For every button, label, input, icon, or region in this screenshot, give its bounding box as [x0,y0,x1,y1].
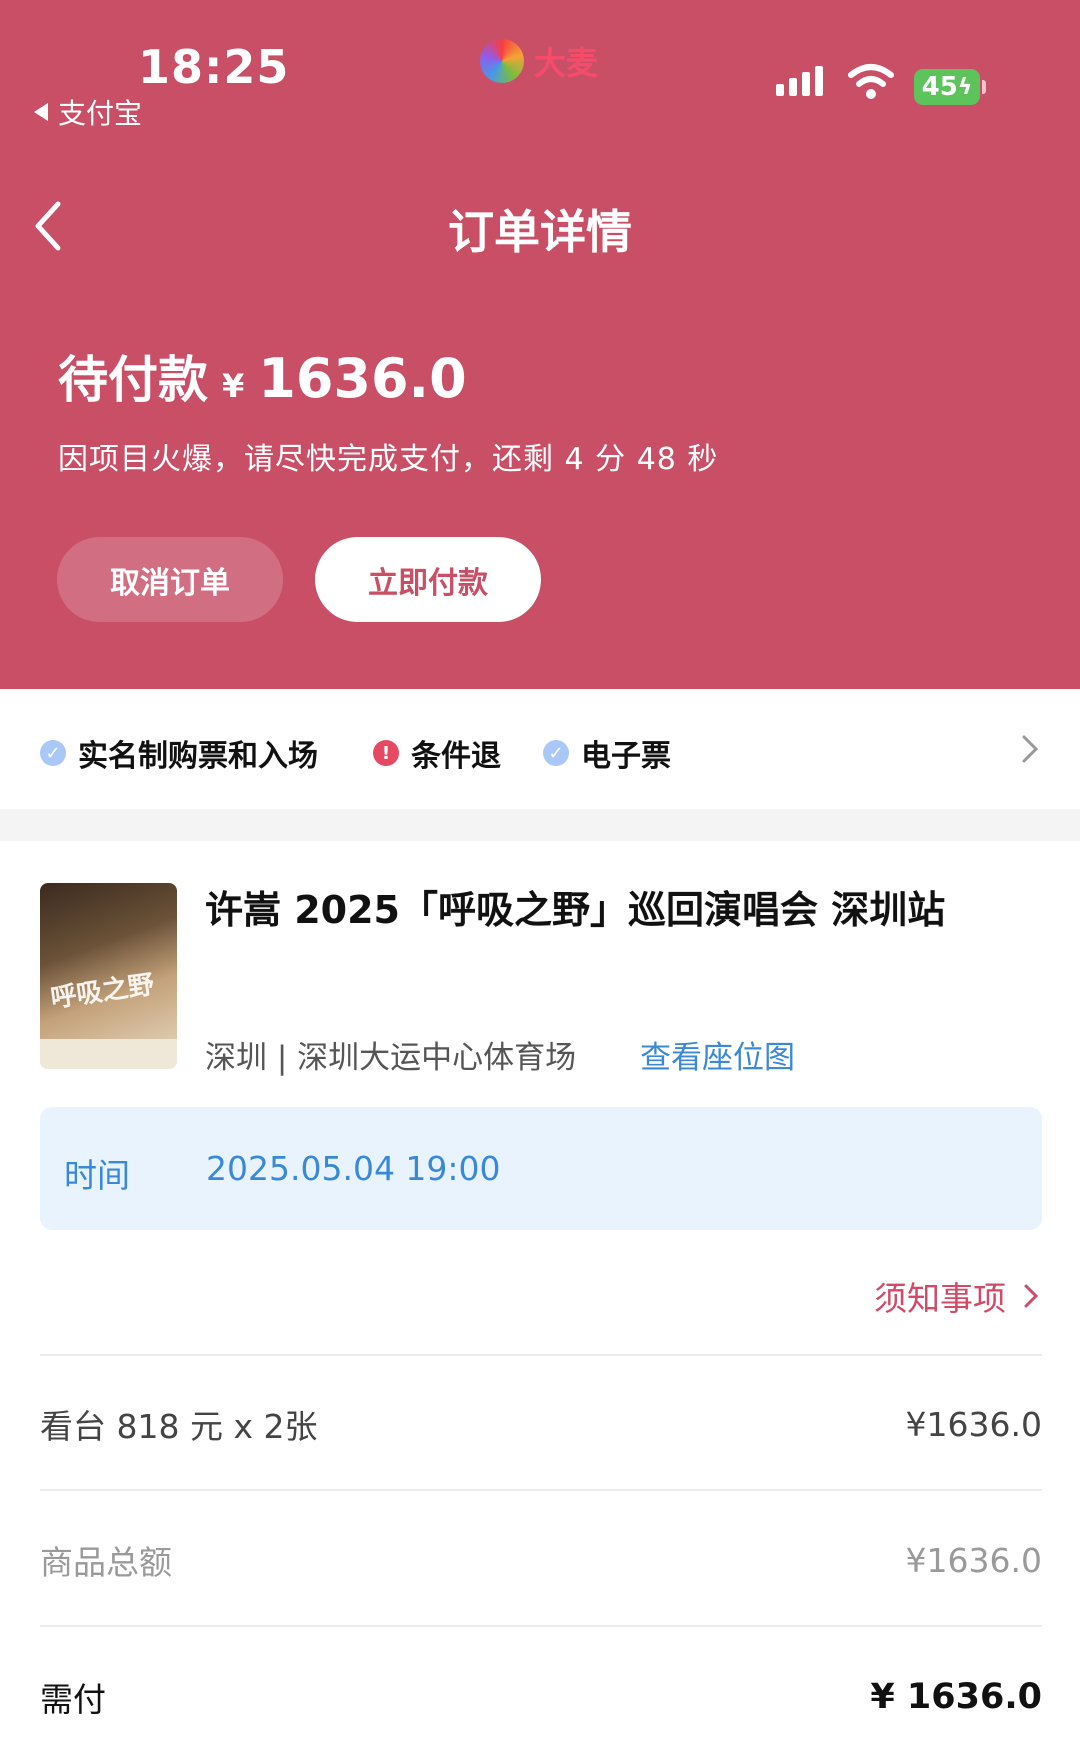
amount-due: 1636.0 [258,347,467,410]
battery-level: 45 [921,72,958,102]
policy-real-name: ✓ 实名制购票和入场 [40,731,318,775]
payment-status: 待付款 ¥ 1636.0 [58,340,467,412]
ticket-policy-bar[interactable]: ✓ 实名制购票和入场 ! 条件退 ✓ 电子票 [0,689,1080,809]
subtotal-line: 商品总额 ¥1636.0 [40,1536,1042,1584]
divider [40,1489,1042,1491]
back-to-app[interactable]: 支付宝 [34,92,142,132]
cancel-order-button[interactable]: 取消订单 [57,537,283,622]
battery-tip [982,80,986,94]
payment-countdown: 因项目火爆，请尽快完成支付，还剩 4 分 48 秒 [58,442,719,477]
brand: 大麦 [480,38,598,84]
time-label: 时间 [64,1156,130,1195]
chevron-right-icon[interactable] [1018,729,1042,769]
wifi-icon [848,64,894,99]
notice-label: 须知事项 [874,1279,1006,1318]
check-icon: ✓ [40,740,66,766]
check-icon: ✓ [543,740,569,766]
ticket-line: 看台 818 元 x 2张 ¥1636.0 [40,1400,1042,1448]
subtotal-value: ¥1636.0 [905,1540,1042,1580]
back-app-label: 支付宝 [58,97,143,130]
divider [40,1625,1042,1627]
status-time: 18:25 [138,40,290,94]
battery-indicator: 45 ϟ [914,69,980,105]
poster-title: 呼吸之野 [48,969,156,1015]
event-poster[interactable]: 呼吸之野 [40,883,177,1069]
warning-icon: ! [373,740,399,766]
chevron-right-icon [1024,1284,1039,1308]
brand-name: 大麦 [534,44,599,82]
page-title: 订单详情 [448,205,632,259]
ticket-line-value: ¥1636.0 [905,1404,1042,1444]
seat-map-link[interactable]: 查看座位图 [640,1032,795,1077]
policy-label: 实名制购票和入场 [78,739,318,774]
amount-due-line: 需付 ¥ 1636.0 [40,1673,1042,1721]
event-title: 许嵩 2025「呼吸之野」巡回演唱会 深圳站 [205,888,946,932]
pay-now-button[interactable]: 立即付款 [315,537,541,622]
back-triangle-icon [34,103,48,121]
notice-link[interactable]: 须知事项 [874,1272,1040,1320]
policy-eticket: ✓ 电子票 [543,731,671,775]
time-value: 2025.05.04 19:00 [206,1149,501,1188]
policy-label: 电子票 [581,739,671,774]
divider [40,1354,1042,1356]
event-time-box: 时间 2025.05.04 19:00 [40,1107,1042,1230]
section-divider [0,809,1080,841]
due-value: ¥ 1636.0 [870,1677,1042,1717]
subtotal-label: 商品总额 [40,1543,172,1582]
event-venue: 深圳 | 深圳大运中心体育场 [205,1040,577,1076]
due-label: 需付 [40,1680,106,1719]
policy-label: 条件退 [411,739,501,774]
status-label: 待付款 [58,351,208,409]
order-header: 18:25 支付宝 大麦 45 ϟ 订单详情 待付款 ¥ 1636.0 因项目火爆… [0,0,1080,689]
ticket-line-label: 看台 818 元 x 2张 [40,1407,318,1446]
charging-bolt-icon: ϟ [957,74,973,100]
policy-refund: ! 条件退 [373,731,501,775]
currency-symbol: ¥ [222,367,245,405]
brand-logo-icon [480,39,524,83]
poster-strip [40,1039,177,1069]
cellular-signal-icon [776,66,823,96]
